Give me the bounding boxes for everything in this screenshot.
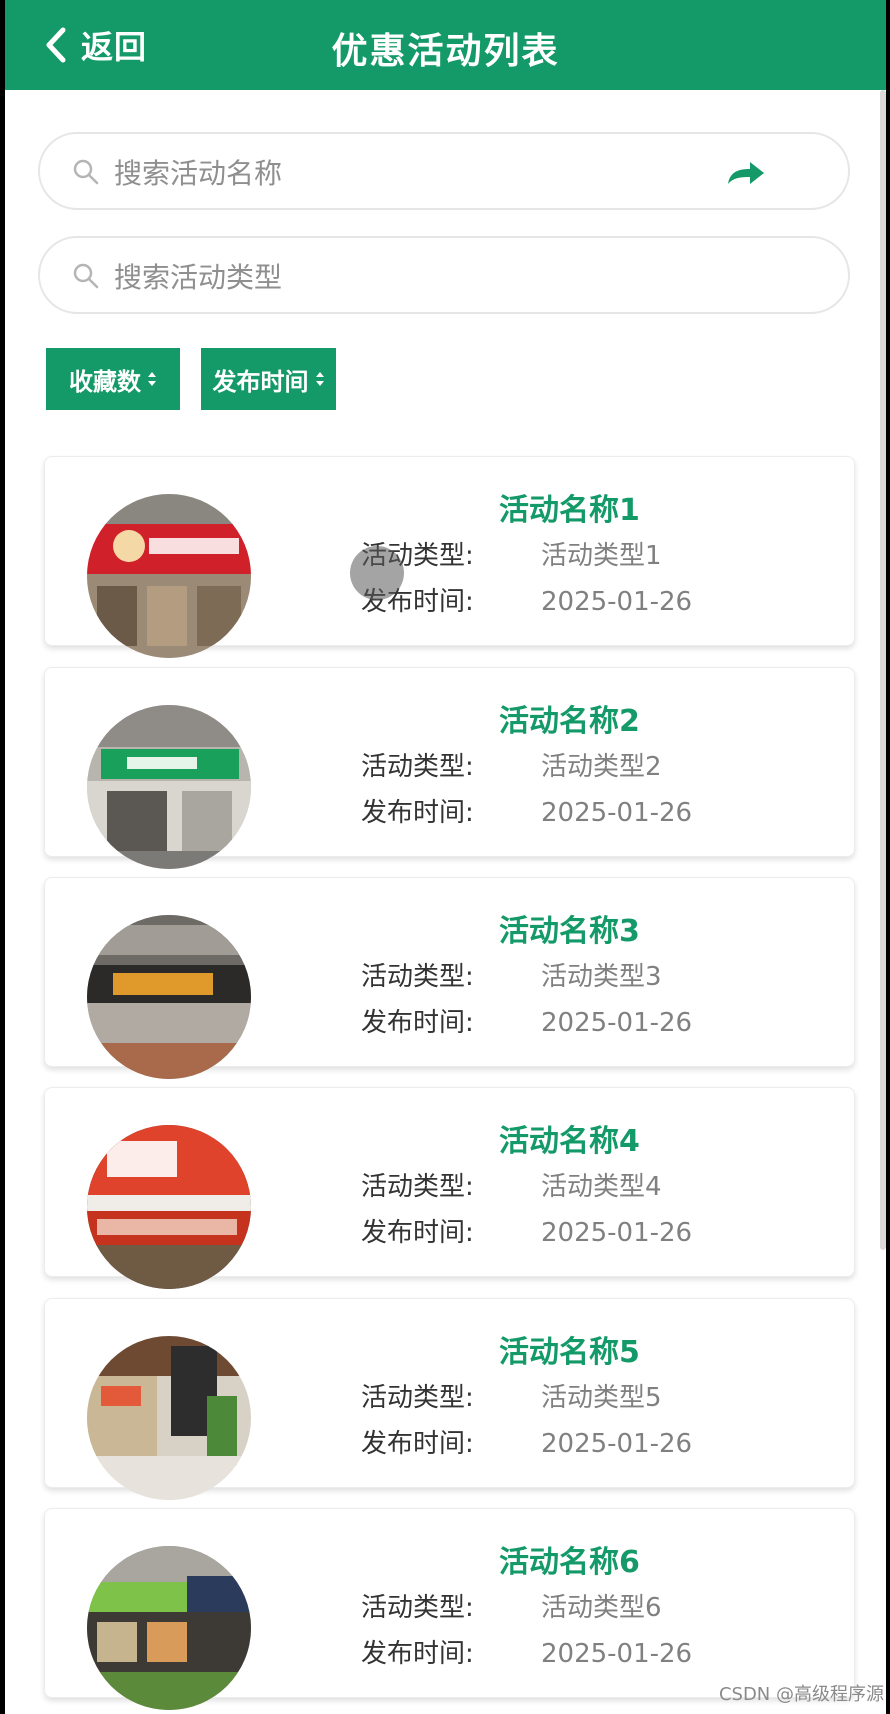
activity-type-value: 活动类型4 xyxy=(541,1172,662,1202)
touch-indicator xyxy=(350,546,404,600)
store-photo xyxy=(87,1546,251,1710)
sort-publish-time-label: 发布时间 xyxy=(212,367,309,396)
publish-time-value: 2025-01-26 xyxy=(541,1429,693,1459)
publish-time-row: 发布时间: 2025-01-26 xyxy=(361,792,692,829)
activity-type-row: 活动类型: 活动类型5 xyxy=(361,1377,662,1414)
activity-type-row: 活动类型: 活动类型4 xyxy=(361,1166,662,1203)
sort-arrows-icon xyxy=(315,372,324,386)
activity-type-label: 活动类型: xyxy=(361,1383,474,1413)
activity-name: 活动名称4 xyxy=(499,1124,640,1159)
activity-name: 活动名称5 xyxy=(499,1335,640,1370)
store-photo xyxy=(87,1336,251,1500)
activity-name: 活动名称3 xyxy=(499,914,640,949)
search-icon xyxy=(73,159,99,185)
publish-time-value: 2025-01-26 xyxy=(541,587,693,617)
activity-card[interactable]: 活动名称3 活动类型: 活动类型3 发布时间: 2025-01-26 xyxy=(44,877,855,1079)
activity-type-label: 活动类型: xyxy=(361,752,474,782)
publish-time-row: 发布时间: 2025-01-26 xyxy=(361,581,692,618)
publish-time-row: 发布时间: 2025-01-26 xyxy=(361,1212,692,1249)
store-photo xyxy=(87,494,251,658)
page-title: 优惠活动列表 xyxy=(331,31,560,72)
publish-time-value: 2025-01-26 xyxy=(541,798,693,828)
right-border xyxy=(886,0,890,1714)
search-type-input[interactable] xyxy=(112,254,756,300)
publish-time-label: 发布时间: xyxy=(361,1429,474,1459)
search-name-box xyxy=(38,132,850,210)
activity-type-row: 活动类型: 活动类型1 xyxy=(361,535,662,572)
search-type-box xyxy=(38,236,850,314)
activity-name: 活动名称6 xyxy=(499,1545,640,1580)
activity-name: 活动名称1 xyxy=(499,493,640,528)
activity-card[interactable]: 活动名称5 活动类型: 活动类型5 发布时间: 2025-01-26 xyxy=(44,1298,855,1500)
sort-favorites-button[interactable]: 收藏数 xyxy=(46,348,180,410)
publish-time-value: 2025-01-26 xyxy=(541,1008,693,1038)
watermark: CSDN @高级程序源 xyxy=(718,1684,884,1705)
activity-type-value: 活动类型6 xyxy=(541,1593,662,1623)
activity-type-row: 活动类型: 活动类型2 xyxy=(361,746,662,783)
app-frame: 返回 优惠活动列表 收藏数 发布时间 xyxy=(0,0,890,1714)
search-icon xyxy=(73,263,99,289)
activity-card[interactable]: 活动名称1 活动类型: 活动类型1 发布时间: 2025-01-26 xyxy=(44,456,855,658)
publish-time-label: 发布时间: xyxy=(361,1218,474,1248)
publish-time-value: 2025-01-26 xyxy=(541,1639,693,1669)
sort-arrows-icon xyxy=(148,372,156,386)
activity-card[interactable]: 活动名称2 活动类型: 活动类型2 发布时间: 2025-01-26 xyxy=(44,667,855,869)
arrow-right-icon[interactable] xyxy=(726,160,766,186)
activity-type-label: 活动类型: xyxy=(361,1593,474,1623)
search-name-input[interactable] xyxy=(112,150,756,196)
sort-publish-time-button[interactable]: 发布时间 xyxy=(201,348,336,410)
activity-name: 活动名称2 xyxy=(499,704,640,739)
activity-type-value: 活动类型3 xyxy=(541,962,662,992)
sort-favorites-label: 收藏数 xyxy=(69,367,141,396)
activity-type-label: 活动类型: xyxy=(361,1172,474,1202)
activity-card[interactable]: 活动名称4 活动类型: 活动类型4 发布时间: 2025-01-26 xyxy=(44,1087,855,1289)
activity-type-value: 活动类型1 xyxy=(541,541,662,571)
activity-type-row: 活动类型: 活动类型6 xyxy=(361,1587,662,1624)
store-photo xyxy=(87,1125,251,1289)
publish-time-row: 发布时间: 2025-01-26 xyxy=(361,1423,692,1460)
left-border xyxy=(0,0,5,1714)
store-photo xyxy=(87,915,251,1079)
activity-type-value: 活动类型2 xyxy=(541,752,662,782)
activity-type-label: 活动类型: xyxy=(361,962,474,992)
publish-time-label: 发布时间: xyxy=(361,1008,474,1038)
publish-time-value: 2025-01-26 xyxy=(541,1218,693,1248)
publish-time-row: 发布时间: 2025-01-26 xyxy=(361,1002,692,1039)
store-photo xyxy=(87,705,251,869)
publish-time-row: 发布时间: 2025-01-26 xyxy=(361,1633,692,1670)
activity-type-value: 活动类型5 xyxy=(541,1383,662,1413)
publish-time-label: 发布时间: xyxy=(361,1639,474,1669)
activity-type-row: 活动类型: 活动类型3 xyxy=(361,956,662,993)
activity-card[interactable]: 活动名称6 活动类型: 活动类型6 发布时间: 2025-01-26 xyxy=(44,1508,855,1710)
publish-time-label: 发布时间: xyxy=(361,798,474,828)
top-bar: 返回 优惠活动列表 xyxy=(5,0,886,90)
